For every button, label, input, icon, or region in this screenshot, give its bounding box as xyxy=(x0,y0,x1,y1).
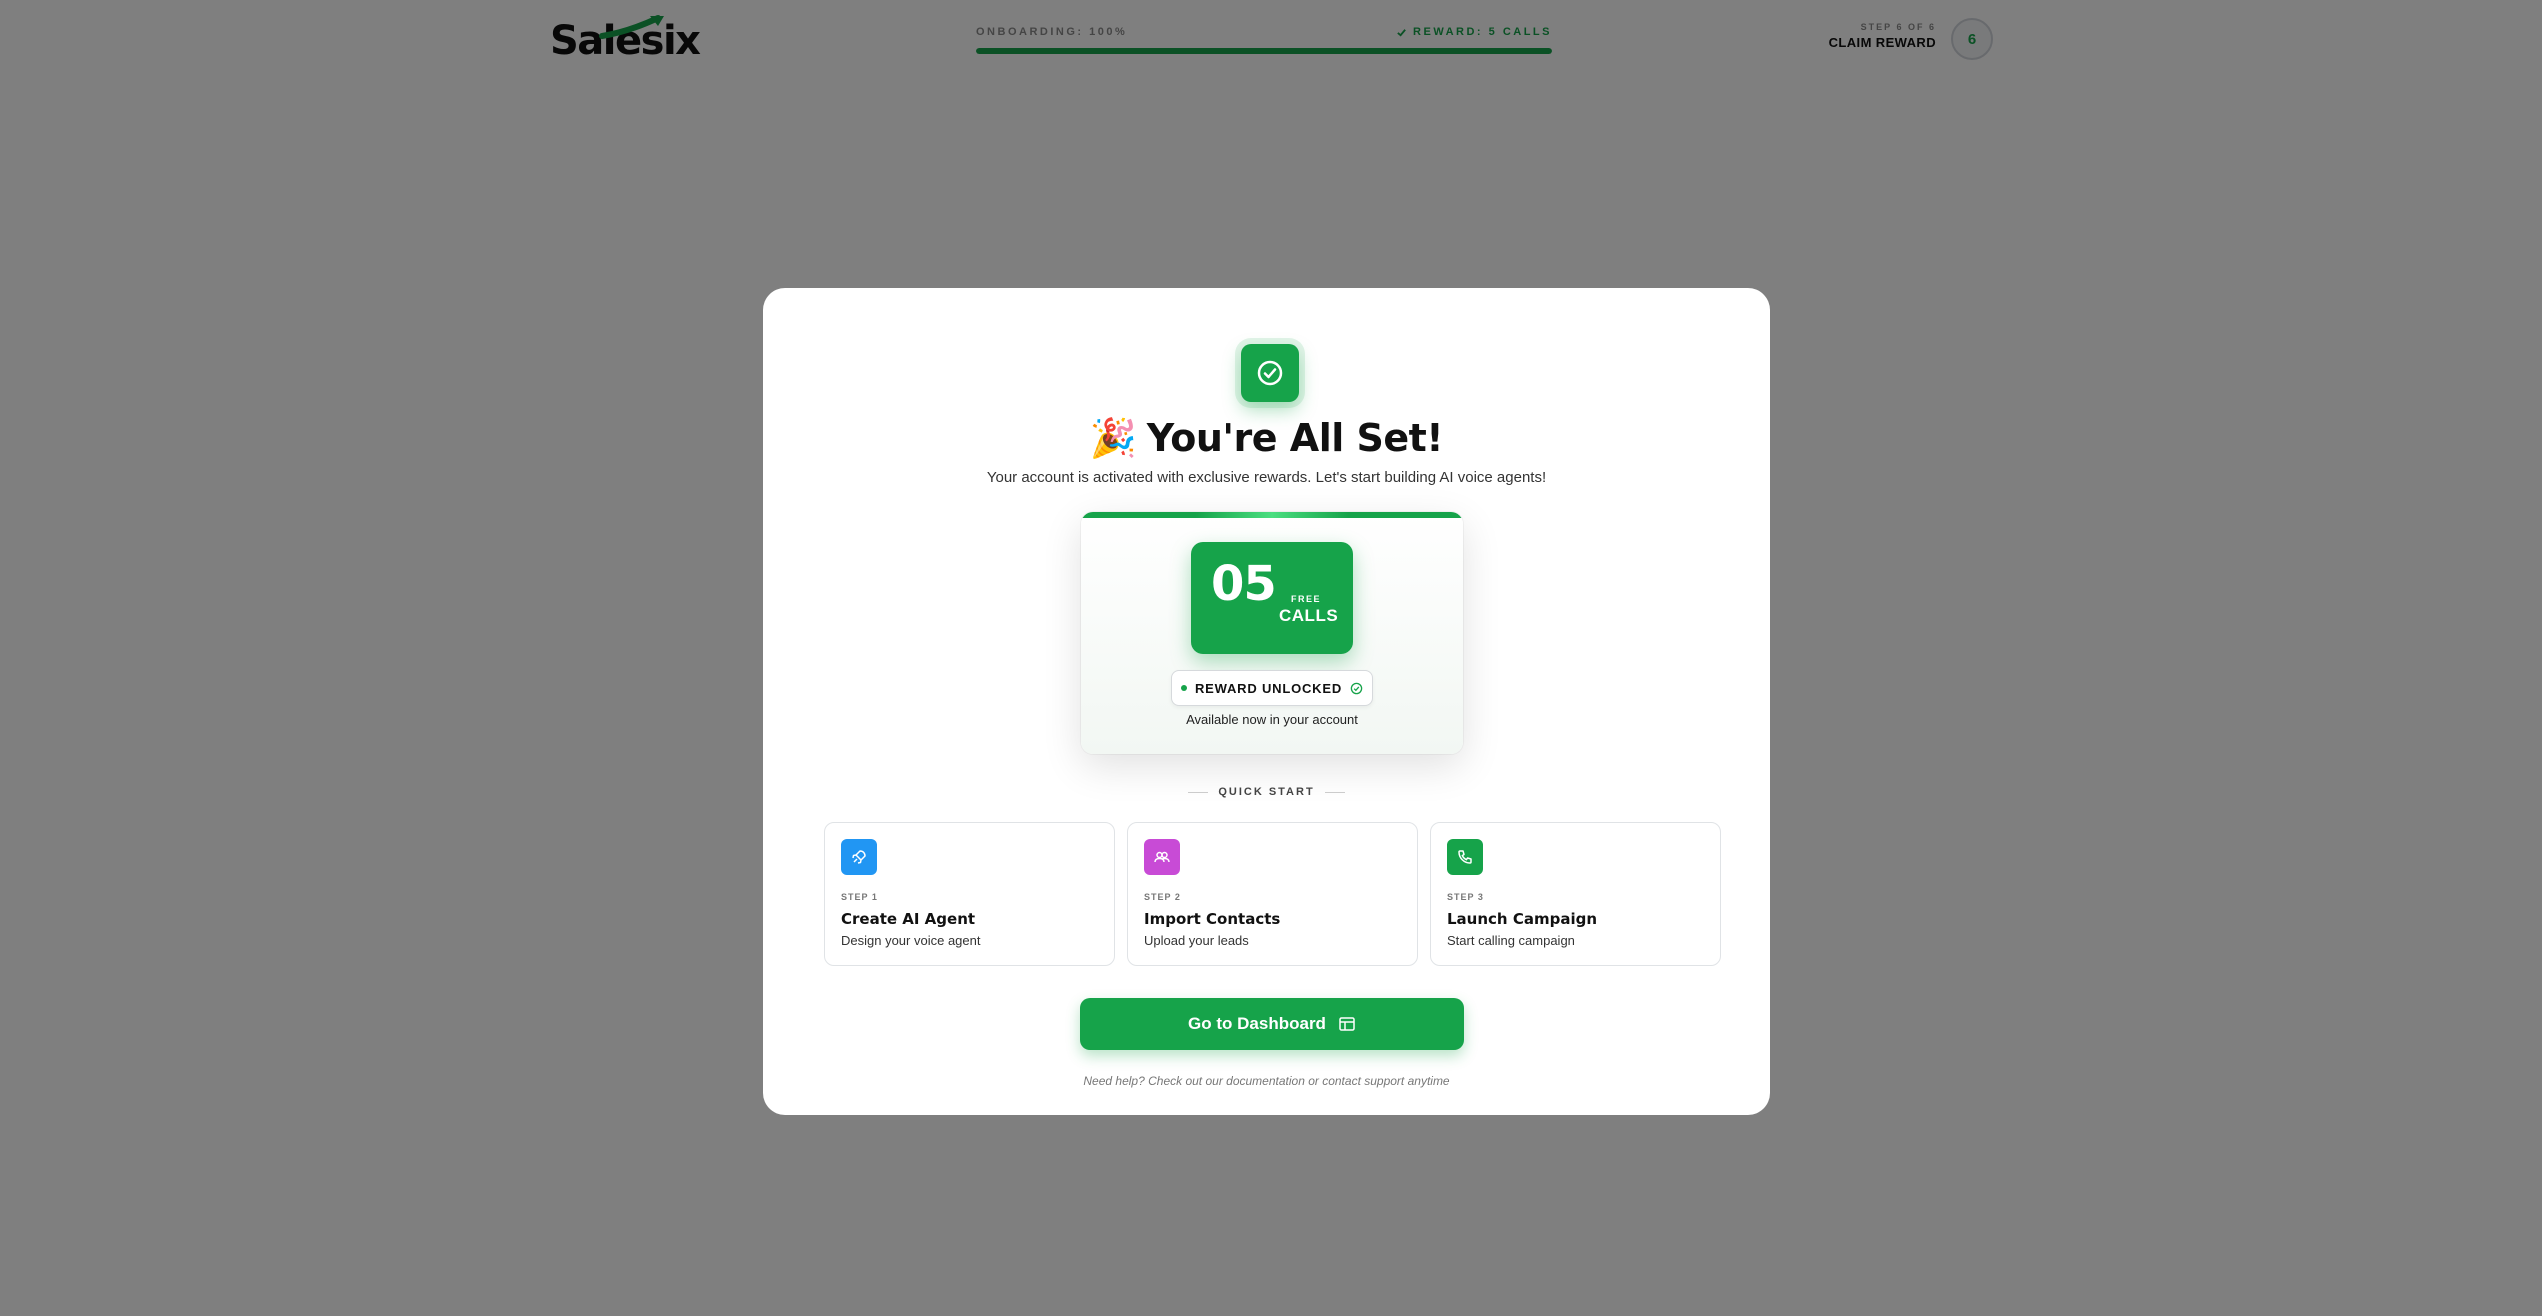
step-card-import-contacts[interactable]: STEP 2 Import Contacts Upload your leads xyxy=(1127,822,1418,966)
users-icon xyxy=(1144,839,1180,875)
step-title: Launch Campaign xyxy=(1447,910,1598,928)
step-number: STEP 1 xyxy=(841,892,878,902)
party-popper-icon: 🎉 xyxy=(1089,416,1137,460)
divider xyxy=(1324,791,1345,793)
check-circle-icon xyxy=(1257,360,1283,386)
step-card-create-agent[interactable]: STEP 1 Create AI Agent Design your voice… xyxy=(824,822,1115,966)
step-description: Upload your leads xyxy=(1144,933,1249,948)
available-text: Available now in your account xyxy=(1186,712,1358,727)
dashboard-icon xyxy=(1339,1017,1355,1031)
status-dot xyxy=(1180,685,1187,691)
modal-title: 🎉 You're All Set! xyxy=(763,416,1770,461)
reward-card-accent xyxy=(1081,512,1463,518)
completion-modal: 🎉 You're All Set! Your account is activat… xyxy=(763,288,1770,1115)
step-number: STEP 3 xyxy=(1447,892,1484,902)
dashboard-button-label: Go to Dashboard xyxy=(1188,1014,1326,1033)
reward-card: 05 FREE CALLS REWARD UNLOCKED Available … xyxy=(1081,512,1463,754)
step-description: Design your voice agent xyxy=(841,933,981,948)
divider xyxy=(1188,791,1209,793)
success-badge xyxy=(1241,344,1299,402)
reward-free-label: FREE xyxy=(1291,594,1322,604)
check-circle-icon xyxy=(1350,682,1363,694)
title-text: You're All Set! xyxy=(1146,416,1444,460)
quick-start-steps: STEP 1 Create AI Agent Design your voice… xyxy=(824,822,1721,966)
reward-unlocked-label: REWARD UNLOCKED xyxy=(1194,680,1343,696)
free-calls-box: 05 FREE CALLS xyxy=(1191,542,1353,654)
phone-icon xyxy=(1447,839,1483,875)
quick-start-heading: QUICK START xyxy=(763,786,1770,798)
modal-subtitle: Your account is activated with exclusive… xyxy=(986,469,1547,486)
help-text: Need help? Check out our documentation o… xyxy=(1083,1074,1450,1088)
step-card-launch-campaign[interactable]: STEP 3 Launch Campaign Start calling cam… xyxy=(1430,822,1721,966)
step-title: Create AI Agent xyxy=(841,910,976,928)
reward-calls-label: CALLS xyxy=(1279,606,1339,625)
step-number: STEP 2 xyxy=(1144,892,1181,902)
reward-unlocked-badge: REWARD UNLOCKED xyxy=(1171,670,1373,706)
step-title: Import Contacts xyxy=(1144,910,1281,928)
reward-number: 05 xyxy=(1211,556,1277,612)
quick-start-label: QUICK START xyxy=(1218,786,1315,798)
step-description: Start calling campaign xyxy=(1447,933,1575,948)
go-to-dashboard-button[interactable]: Go to Dashboard xyxy=(1080,998,1464,1050)
rocket-icon xyxy=(841,839,877,875)
